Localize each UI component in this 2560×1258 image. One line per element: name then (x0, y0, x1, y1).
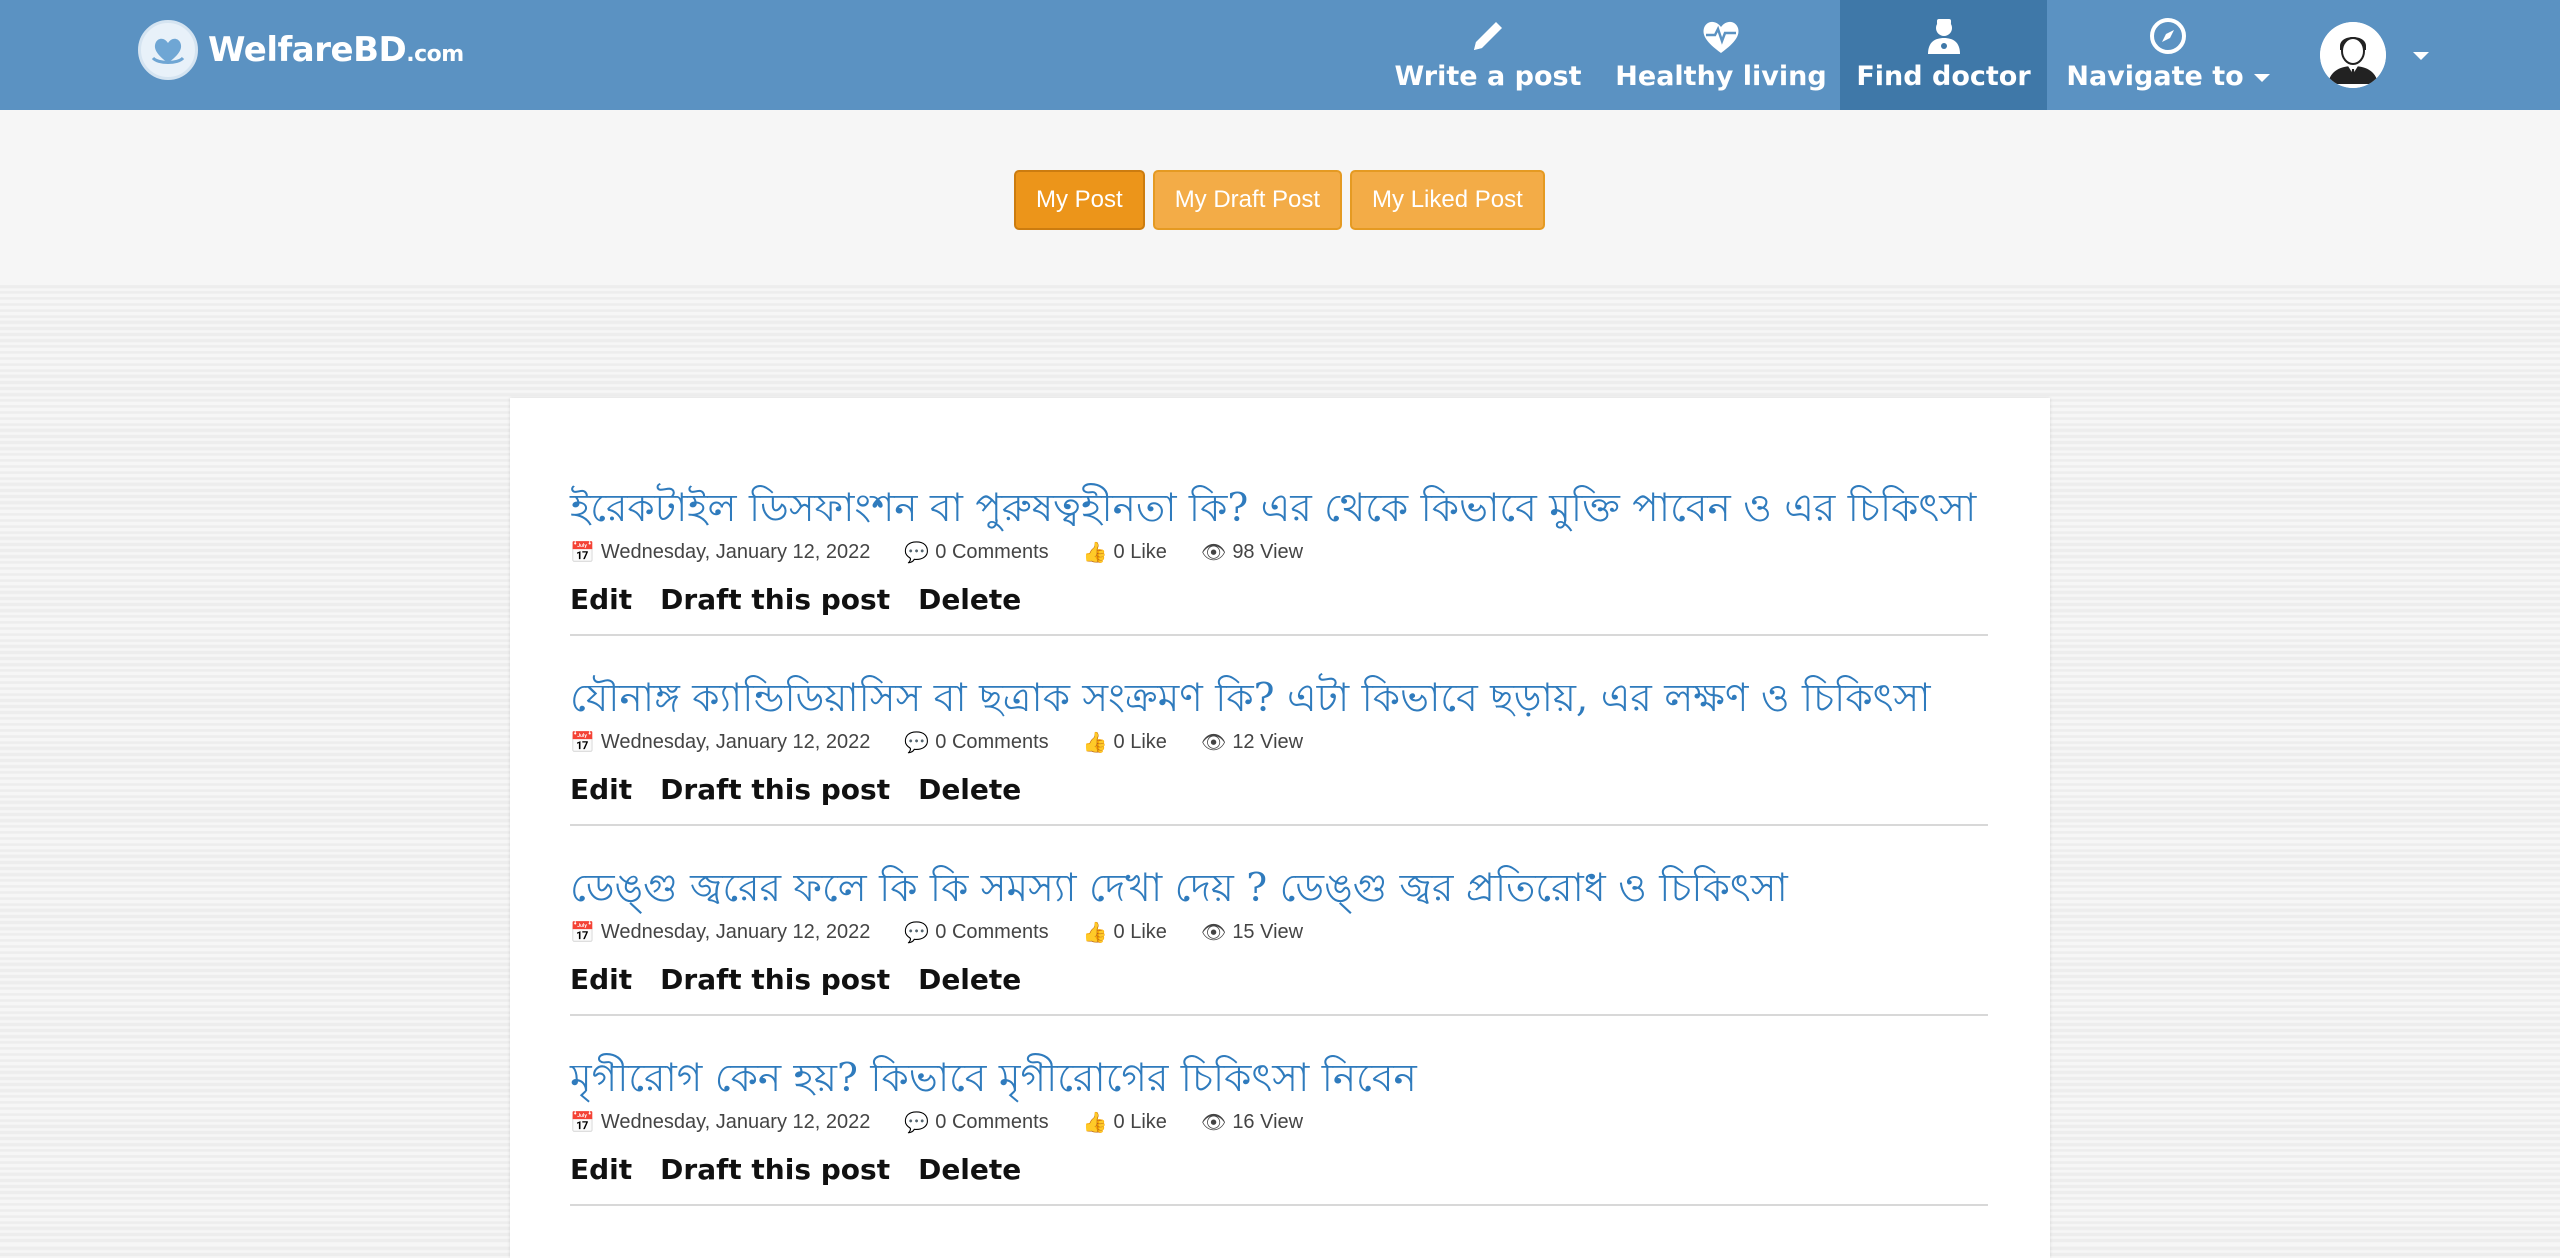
draft-post-button[interactable]: Draft this post (660, 1153, 890, 1186)
comments-icon: 💬 (904, 1112, 930, 1134)
post-title-link[interactable]: যৌনাঙ্গ ক্যান্ডিডিয়াসিস বা ছত্রাক সংক্র… (570, 674, 1988, 724)
post-date: Wednesday, January 12, 2022 (600, 1111, 871, 1133)
post-actions: Edit Draft this post Delete (570, 583, 1988, 634)
heartbeat-icon (1700, 14, 1742, 58)
comments-icon: 💬 (904, 542, 930, 564)
post-comments: 0 Comments (935, 731, 1049, 753)
tab-my-draft-post[interactable]: My Draft Post (1152, 170, 1343, 230)
post-actions: Edit Draft this post Delete (570, 963, 1988, 1014)
delete-button[interactable]: Delete (918, 583, 1021, 616)
posts-card: ইরেকটাইল ডিসফাংশন বা পুরুষত্বহীনতা কি? এ… (510, 398, 2050, 1258)
post-item: যৌনাঙ্গ ক্যান্ডিডিয়াসিস বা ছত্রাক সংক্র… (570, 674, 1988, 826)
post-likes: 0 Like (1113, 731, 1167, 753)
post-meta: 📅 Wednesday, January 12, 2022 💬 0 Comments… (570, 540, 1988, 565)
delete-button[interactable]: Delete (918, 1153, 1021, 1186)
post-views: 16 View (1232, 1111, 1304, 1133)
post-date: Wednesday, January 12, 2022 (600, 731, 871, 753)
chevron-down-icon (2253, 73, 2270, 82)
edit-button[interactable]: Edit (570, 773, 632, 806)
thumbs-up-icon: 👍 (1082, 922, 1108, 944)
post-tabs: My Post My Draft Post My Liked Post (1014, 170, 1545, 230)
user-avatar[interactable] (2320, 22, 2386, 88)
post-title-link[interactable]: ডেঙ্গু জ্বরের ফলে কি কি সমস্যা দেখা দেয়… (570, 864, 1988, 914)
comments-icon: 💬 (904, 732, 930, 754)
nav-find-doctor-label: Find doctor (1856, 61, 2031, 92)
post-item: মৃগীরোগ কেন হয়? কিভাবে মৃগীরোগের চিকিৎস… (570, 1054, 1988, 1206)
edit-button[interactable]: Edit (570, 1153, 632, 1186)
post-likes: 0 Like (1113, 1111, 1167, 1133)
nav-healthy-living[interactable]: Healthy living (1612, 0, 1830, 110)
draft-post-button[interactable]: Draft this post (660, 773, 890, 806)
post-item: ডেঙ্গু জ্বরের ফলে কি কি সমস্যা দেখা দেয়… (570, 864, 1988, 1016)
top-navbar: WelfareBD.com Write a post Healthy livin… (0, 0, 2560, 110)
pencil-icon (1468, 14, 1508, 58)
post-comments: 0 Comments (935, 921, 1049, 943)
thumbs-up-icon: 👍 (1082, 542, 1108, 564)
nav-find-doctor[interactable]: Find doctor (1840, 0, 2047, 110)
edit-button[interactable]: Edit (570, 963, 632, 996)
post-meta: 📅 Wednesday, January 12, 2022 💬 0 Comments… (570, 1110, 1988, 1135)
edit-button[interactable]: Edit (570, 583, 632, 616)
compass-icon (2148, 14, 2188, 58)
doctor-icon (1924, 14, 1964, 58)
post-comments: 0 Comments (935, 1111, 1049, 1133)
calendar-icon: 📅 (570, 732, 595, 754)
tab-my-post[interactable]: My Post (1014, 170, 1145, 230)
nav-navigate-to-label: Navigate to (2066, 61, 2270, 92)
draft-post-button[interactable]: Draft this post (660, 963, 890, 996)
eye-icon: 👁 (1200, 732, 1227, 754)
draft-post-button[interactable]: Draft this post (660, 583, 890, 616)
post-actions: Edit Draft this post Delete (570, 1153, 1988, 1204)
post-actions: Edit Draft this post Delete (570, 773, 1988, 824)
calendar-icon: 📅 (570, 922, 595, 944)
post-meta: 📅 Wednesday, January 12, 2022 💬 0 Comments… (570, 730, 1988, 755)
post-likes: 0 Like (1113, 921, 1167, 943)
user-menu-chevron-icon[interactable] (2413, 52, 2429, 60)
post-likes: 0 Like (1113, 541, 1167, 563)
post-views: 15 View (1232, 921, 1304, 943)
nav-healthy-living-label: Healthy living (1615, 61, 1827, 92)
calendar-icon: 📅 (570, 542, 595, 564)
eye-icon: 👁 (1200, 1112, 1227, 1134)
nav-write-post-label: Write a post (1394, 61, 1582, 92)
post-title-link[interactable]: মৃগীরোগ কেন হয়? কিভাবে মৃগীরোগের চিকিৎস… (570, 1054, 1988, 1104)
post-views: 98 View (1232, 541, 1304, 563)
thumbs-up-icon: 👍 (1082, 732, 1108, 754)
eye-icon: 👁 (1200, 542, 1227, 564)
comments-icon: 💬 (904, 922, 930, 944)
delete-button[interactable]: Delete (918, 963, 1021, 996)
delete-button[interactable]: Delete (918, 773, 1021, 806)
thumbs-up-icon: 👍 (1082, 1112, 1108, 1134)
brand-logo-link[interactable]: WelfareBD.com (138, 18, 464, 82)
post-date: Wednesday, January 12, 2022 (600, 921, 871, 943)
eye-icon: 👁 (1200, 922, 1227, 944)
nav-navigate-to-dropdown[interactable]: Navigate to (2066, 0, 2270, 110)
post-date: Wednesday, January 12, 2022 (600, 541, 871, 563)
post-comments: 0 Comments (935, 541, 1049, 563)
tab-my-liked-post[interactable]: My Liked Post (1350, 170, 1545, 230)
post-views: 12 View (1232, 731, 1304, 753)
calendar-icon: 📅 (570, 1112, 595, 1134)
heart-hands-logo-icon (138, 20, 198, 80)
post-item: ইরেকটাইল ডিসফাংশন বা পুরুষত্বহীনতা কি? এ… (570, 484, 1988, 636)
brand-name: WelfareBD.com (208, 30, 464, 70)
post-title-link[interactable]: ইরেকটাইল ডিসফাংশন বা পুরুষত্বহীনতা কি? এ… (570, 484, 1988, 534)
post-meta: 📅 Wednesday, January 12, 2022 💬 0 Comments… (570, 920, 1988, 945)
nav-write-post[interactable]: Write a post (1390, 0, 1586, 110)
